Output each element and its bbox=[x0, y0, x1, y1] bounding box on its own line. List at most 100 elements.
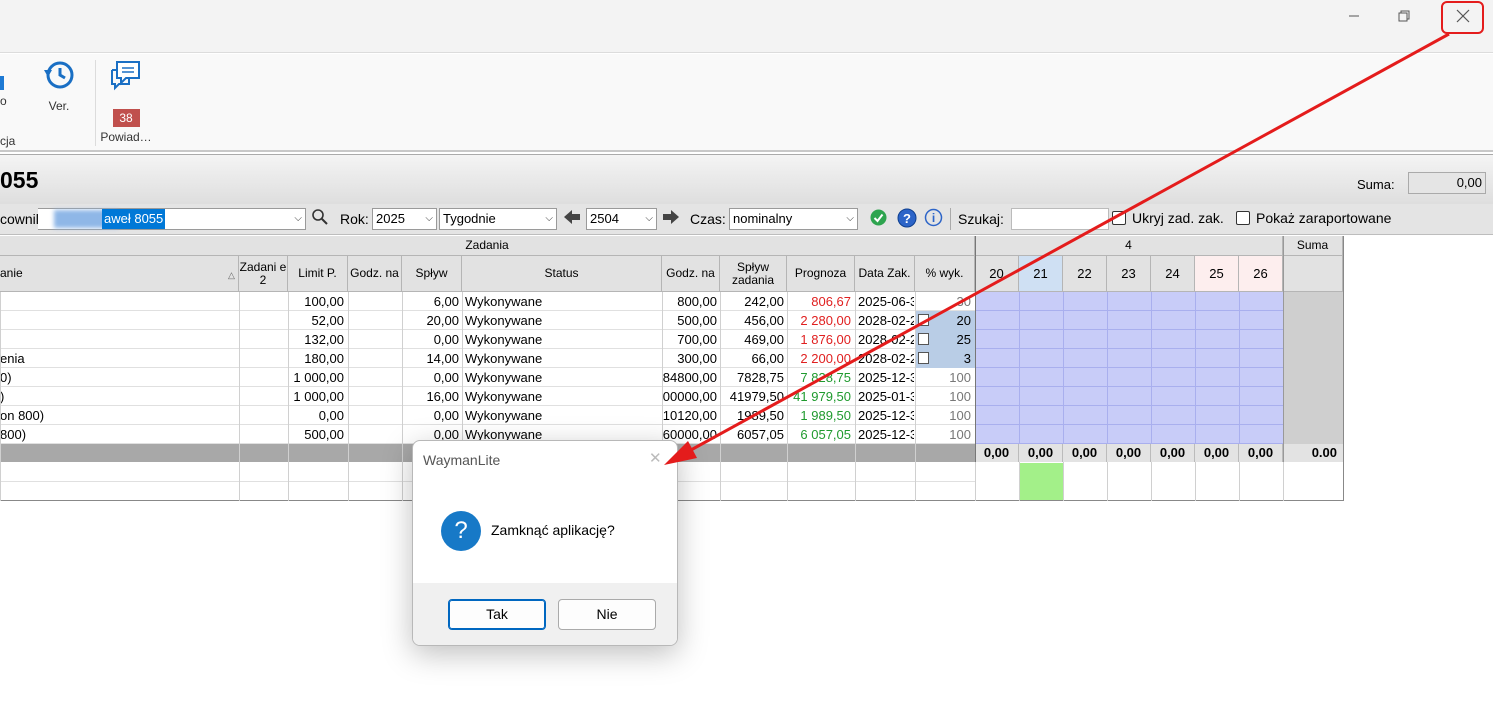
column-header[interactable]: Prognoza bbox=[787, 256, 855, 292]
hide-completed-checkbox[interactable]: Ukryj zad. zak. bbox=[1112, 209, 1224, 231]
column-divider bbox=[787, 292, 788, 501]
day-header[interactable]: 21 bbox=[1019, 256, 1063, 292]
day-cells[interactable] bbox=[975, 349, 1283, 368]
splyw-value: 0,00 bbox=[433, 408, 459, 423]
day-header[interactable]: 26 bbox=[1239, 256, 1283, 292]
sort-icon: △ bbox=[228, 270, 235, 280]
minimize-icon[interactable] bbox=[1334, 2, 1374, 30]
day-cells[interactable] bbox=[975, 406, 1283, 425]
splyw-task-value: 456,00 bbox=[744, 313, 784, 328]
prognoza-value: 806,67 bbox=[811, 294, 851, 309]
column-header[interactable]: Spływ bbox=[402, 256, 462, 292]
date-value: 2028-02-2 bbox=[858, 313, 914, 328]
task-name[interactable]: enia bbox=[0, 349, 235, 368]
splyw-value: 20,00 bbox=[426, 313, 459, 328]
dialog-close-icon[interactable]: ✕ bbox=[649, 449, 662, 467]
day-cells[interactable] bbox=[975, 425, 1283, 444]
day-total: 0,00 bbox=[1151, 444, 1195, 462]
status-value: Wykonywane bbox=[465, 294, 543, 309]
column-header[interactable]: Status bbox=[462, 256, 662, 292]
column-header[interactable]: Godz. na bbox=[348, 256, 402, 292]
restore-icon[interactable] bbox=[1384, 2, 1424, 30]
splyw-value: 0,00 bbox=[433, 332, 459, 347]
column-header[interactable]: Data Zak. bbox=[855, 256, 915, 292]
time-select[interactable]: nominalny ⌵ bbox=[729, 208, 858, 230]
day-cells[interactable] bbox=[975, 387, 1283, 406]
worker-label: cownil bbox=[0, 211, 39, 227]
yes-button[interactable]: Tak bbox=[448, 599, 546, 630]
day-cells[interactable] bbox=[975, 292, 1283, 311]
filter-toolbar: cownil aweł 8055 ⌵ Rok: 2025 ⌵ Tygodnie … bbox=[0, 204, 1493, 235]
column-header[interactable]: % wyk. bbox=[915, 256, 975, 292]
prev-week-icon[interactable] bbox=[563, 209, 581, 231]
day-header[interactable]: 23 bbox=[1107, 256, 1151, 292]
percent-value: 100 bbox=[949, 408, 971, 423]
period-value: Tygodnie bbox=[443, 211, 496, 226]
column-divider bbox=[855, 292, 856, 501]
status-value: Wykonywane bbox=[465, 351, 543, 366]
year-label: Rok: bbox=[340, 211, 369, 227]
search-input[interactable] bbox=[1011, 208, 1109, 230]
day-cells[interactable] bbox=[975, 368, 1283, 387]
column-header[interactable]: Zadani e 2 bbox=[239, 256, 288, 292]
show-reported-checkbox[interactable]: Pokaż zaraportowane bbox=[1236, 209, 1391, 231]
day-header[interactable]: 20 bbox=[975, 256, 1019, 292]
splyw-task-value: 242,00 bbox=[744, 294, 784, 309]
limit-value: 1 000,00 bbox=[293, 389, 344, 404]
time-label: Czas: bbox=[690, 211, 726, 227]
dialog-body: ? Zamknąć aplikację? bbox=[413, 477, 677, 583]
chevron-down-icon: ⌵ bbox=[294, 213, 302, 224]
ribbon-partial-button-label[interactable]: o bbox=[0, 94, 7, 108]
percent-value: 100 bbox=[949, 427, 971, 442]
sum-header: Suma bbox=[1283, 236, 1343, 256]
period-select[interactable]: Tygodnie ⌵ bbox=[439, 208, 557, 230]
column-divider bbox=[348, 292, 349, 501]
task-name[interactable]: 0) bbox=[0, 368, 235, 387]
task-name[interactable]: 800) bbox=[0, 425, 235, 444]
week-header: 4 bbox=[975, 236, 1283, 256]
confirm-dialog: WaymanLite ✕ ? Zamknąć aplikację? Tak Ni… bbox=[412, 440, 678, 646]
percent-value: 100 bbox=[949, 389, 971, 404]
column-header[interactable]: Godz. na bbox=[662, 256, 720, 292]
day-header[interactable]: 22 bbox=[1063, 256, 1107, 292]
splyw-task-value: 66,00 bbox=[751, 351, 784, 366]
splyw-value: 16,00 bbox=[426, 389, 459, 404]
no-button[interactable]: Nie bbox=[558, 599, 656, 630]
splyw-value: 0,00 bbox=[433, 370, 459, 385]
day-header[interactable]: 24 bbox=[1151, 256, 1195, 292]
column-header[interactable]: anie bbox=[0, 256, 239, 292]
day-cells[interactable] bbox=[975, 311, 1283, 330]
godz-value: 300,00 bbox=[677, 351, 717, 366]
help-icon[interactable]: ? bbox=[897, 208, 917, 230]
prognoza-value: 7 828,75 bbox=[800, 370, 851, 385]
column-header[interactable]: Spływ zadania bbox=[720, 256, 787, 292]
godz-value: 700,00 bbox=[677, 332, 717, 347]
checkbox-box[interactable] bbox=[1112, 211, 1126, 225]
task-name[interactable]: ) bbox=[0, 387, 235, 406]
search-icon[interactable] bbox=[311, 208, 329, 230]
dialog-footer: Tak Nie bbox=[413, 583, 677, 645]
column-header[interactable]: Limit P. bbox=[288, 256, 348, 292]
task-name[interactable]: on 800) bbox=[0, 406, 235, 425]
day-divider bbox=[975, 462, 976, 501]
day-cells[interactable] bbox=[975, 330, 1283, 349]
next-week-icon[interactable] bbox=[662, 209, 680, 231]
date-value: 2025-06-3 bbox=[858, 294, 914, 309]
day-divider bbox=[1063, 462, 1064, 501]
worker-select[interactable]: aweł 8055 ⌵ bbox=[38, 208, 306, 230]
version-button[interactable]: Ver. bbox=[40, 58, 78, 113]
day-header[interactable]: 25 bbox=[1195, 256, 1239, 292]
info-icon[interactable]: i bbox=[924, 208, 943, 230]
year-select[interactable]: 2025 ⌵ bbox=[372, 208, 437, 230]
show-reported-label: Pokaż zaraportowane bbox=[1256, 210, 1392, 226]
sum-cell bbox=[1283, 387, 1343, 406]
week-select[interactable]: 2504 ⌵ bbox=[586, 208, 657, 230]
splyw-value: 6,00 bbox=[433, 294, 459, 309]
checkbox-box[interactable] bbox=[1236, 211, 1250, 225]
check-ok-icon[interactable] bbox=[870, 209, 887, 231]
sum-cell bbox=[1283, 406, 1343, 425]
sum-cell bbox=[1283, 425, 1343, 444]
sum-cell bbox=[1283, 292, 1343, 311]
today-mark[interactable] bbox=[1019, 463, 1063, 500]
notifications-button[interactable]: 38 Powiad… bbox=[100, 58, 152, 144]
